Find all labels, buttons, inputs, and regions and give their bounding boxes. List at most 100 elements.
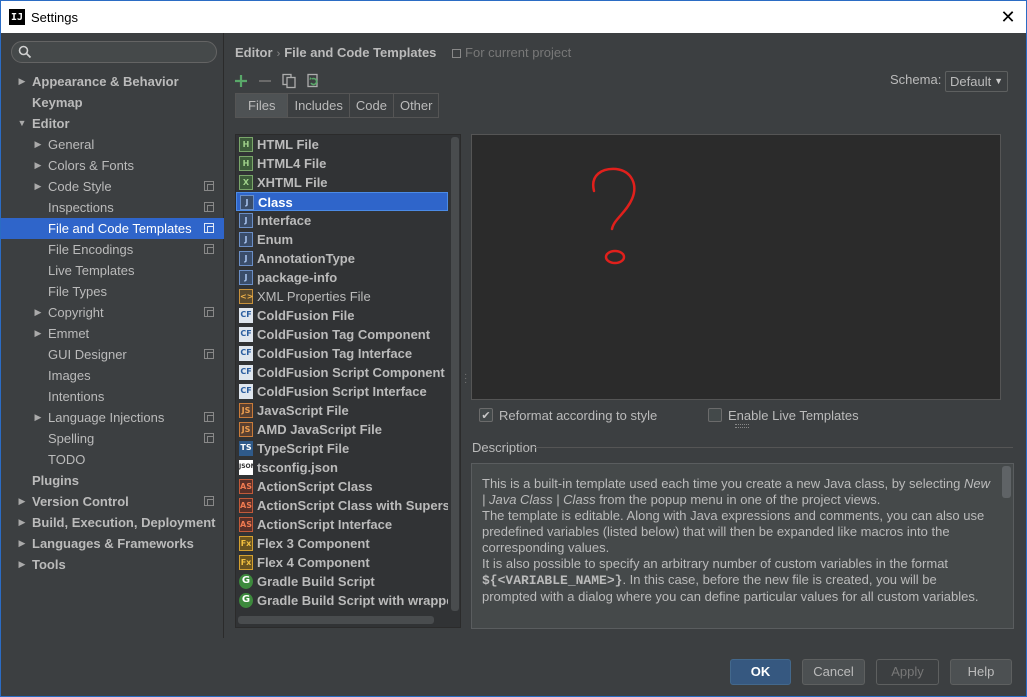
sidebar-item-label: Inspections [48, 200, 114, 215]
file-template-item[interactable]: AS ActionScript Class with Supers [236, 496, 448, 515]
sidebar-item[interactable]: ▶ Version Control [1, 491, 224, 512]
sidebar-item[interactable]: Inspections [1, 197, 224, 218]
file-template-item[interactable]: AS ActionScript Interface [236, 515, 448, 534]
expanded-arrow-icon[interactable]: ▼ [17, 113, 27, 134]
sidebar-item[interactable]: Live Templates [1, 260, 224, 281]
live-templates-checkbox[interactable] [708, 408, 722, 422]
sidebar-item[interactable]: File Types [1, 281, 224, 302]
tab-other[interactable]: Other [393, 93, 440, 118]
scrollbar-thumb[interactable] [238, 616, 434, 624]
file-template-item[interactable]: G Gradle Build Script with wrapper [236, 591, 448, 610]
list-horizontal-scrollbar[interactable] [236, 615, 448, 625]
file-template-item[interactable]: J Class [236, 192, 448, 211]
sidebar-item[interactable]: Images [1, 365, 224, 386]
sidebar-item[interactable]: Plugins [1, 470, 224, 491]
resize-grip[interactable] [735, 424, 749, 428]
add-template-button[interactable] [231, 71, 251, 91]
reformat-option[interactable]: ✔ Reformat according to style [479, 406, 657, 424]
sidebar-item[interactable]: ▶ Language Injections [1, 407, 224, 428]
sidebar-item[interactable]: File and Code Templates [1, 218, 224, 239]
collapsed-arrow-icon[interactable]: ▶ [33, 323, 43, 344]
file-template-item[interactable]: J AnnotationType [236, 249, 448, 268]
sidebar-item-label: Language Injections [48, 410, 165, 425]
collapsed-arrow-icon[interactable]: ▶ [17, 512, 27, 533]
collapsed-arrow-icon[interactable]: ▶ [33, 302, 43, 323]
collapsed-arrow-icon[interactable]: ▶ [17, 533, 27, 554]
file-template-item[interactable]: AS ActionScript Class [236, 477, 448, 496]
collapsed-arrow-icon[interactable]: ▶ [17, 491, 27, 512]
sidebar-item-label: Intentions [48, 389, 105, 404]
tab-includes[interactable]: Includes [288, 93, 350, 118]
description-panel[interactable]: This is a built-in template used each ti… [471, 463, 1014, 629]
live-templates-option[interactable]: Enable Live Templates [708, 406, 859, 424]
tab-files[interactable]: Files [235, 93, 289, 118]
file-template-item[interactable]: CF ColdFusion Script Interface [236, 382, 448, 401]
sidebar-item[interactable]: ▶ Emmet [1, 323, 224, 344]
sidebar-item[interactable]: File Encodings [1, 239, 224, 260]
sidebar-item[interactable]: ▶ Colors & Fonts [1, 155, 224, 176]
cancel-button[interactable]: Cancel [802, 659, 865, 685]
collapsed-arrow-icon[interactable]: ▶ [33, 407, 43, 428]
tab-code[interactable]: Code [349, 93, 394, 118]
sidebar-item[interactable]: ▶ General [1, 134, 224, 155]
collapsed-arrow-icon[interactable]: ▶ [33, 134, 43, 155]
reformat-checkbox[interactable]: ✔ [479, 408, 493, 422]
collapsed-arrow-icon[interactable]: ▶ [17, 554, 27, 575]
file-template-item[interactable]: X XHTML File [236, 173, 448, 192]
collapsed-arrow-icon[interactable]: ▶ [33, 176, 43, 197]
file-template-item[interactable]: CF ColdFusion Tag Interface [236, 344, 448, 363]
list-vertical-scrollbar[interactable] [450, 135, 460, 613]
file-template-item[interactable]: CF ColdFusion Script Component [236, 363, 448, 382]
as-file-icon: AS [239, 498, 253, 513]
ok-button[interactable]: OK [730, 659, 791, 685]
file-template-item[interactable]: TS TypeScript File [236, 439, 448, 458]
search-box[interactable] [11, 41, 217, 63]
file-template-item[interactable]: JS AMD JavaScript File [236, 420, 448, 439]
apply-button[interactable]: Apply [876, 659, 939, 685]
file-template-label: Enum [257, 232, 294, 247]
sidebar-item[interactable]: Intentions [1, 386, 224, 407]
file-template-label: Interface [257, 213, 312, 228]
search-input[interactable] [34, 44, 214, 60]
file-template-item[interactable]: Jpackage-info [236, 268, 448, 287]
java-file-icon: J [240, 195, 254, 210]
sidebar-item[interactable]: ▶ Copyright [1, 302, 224, 323]
sidebar-item[interactable]: ▶ Tools [1, 554, 224, 575]
sidebar-item[interactable]: ▶ Code Style [1, 176, 224, 197]
collapsed-arrow-icon[interactable]: ▶ [17, 71, 27, 92]
file-template-item[interactable]: JSON tsconfig.json [236, 458, 448, 477]
file-template-item[interactable]: H HTML4 File [236, 154, 448, 173]
file-template-item[interactable]: CF ColdFusion File [236, 306, 448, 325]
copy-template-button[interactable] [279, 71, 299, 91]
sidebar-item[interactable]: ▶ Languages & Frameworks [1, 533, 224, 554]
sidebar-item[interactable]: GUI Designer [1, 344, 224, 365]
file-template-item[interactable]: Fx Flex 4 Component [236, 553, 448, 572]
remove-template-button[interactable] [255, 71, 275, 91]
file-template-label: XML Properties File [257, 289, 371, 304]
help-button[interactable]: Help [950, 659, 1012, 685]
file-template-item[interactable]: J Enum [236, 230, 448, 249]
file-template-item[interactable]: JS JavaScript File [236, 401, 448, 420]
file-template-item[interactable]: G Gradle Build Script [236, 572, 448, 591]
file-template-item[interactable]: J Interface [236, 211, 448, 230]
template-file-list[interactable]: H HTML File H HTML4 File X XHTML File J Class J I… [235, 134, 461, 628]
description-scrollbar-thumb[interactable] [1002, 466, 1011, 498]
file-template-item[interactable]: CF ColdFusion Tag Component [236, 325, 448, 344]
sidebar-item[interactable]: TODO [1, 449, 224, 470]
sidebar-item[interactable]: ▶ Build, Execution, Deployment [1, 512, 224, 533]
sidebar-item[interactable]: ▶ Appearance & Behavior [1, 71, 224, 92]
file-template-item[interactable]: Fx Flex 3 Component [236, 534, 448, 553]
close-button[interactable]: ✕ [998, 7, 1018, 27]
scrollbar-thumb[interactable] [451, 137, 459, 611]
sidebar-item[interactable]: Keymap [1, 92, 224, 113]
project-scope-icon [204, 349, 214, 359]
collapsed-arrow-icon[interactable]: ▶ [33, 155, 43, 176]
schema-dropdown[interactable]: Default ▼ [945, 71, 1008, 92]
file-template-item[interactable]: H HTML File [236, 135, 448, 154]
sidebar-item[interactable]: ▼ Editor [1, 113, 224, 134]
sidebar-item[interactable]: Spelling [1, 428, 224, 449]
reset-template-button[interactable] [303, 71, 323, 91]
file-template-item[interactable]: <> XML Properties File [236, 287, 448, 306]
splitter-handle[interactable]: · · · [464, 370, 468, 388]
template-editor[interactable] [471, 134, 1001, 400]
